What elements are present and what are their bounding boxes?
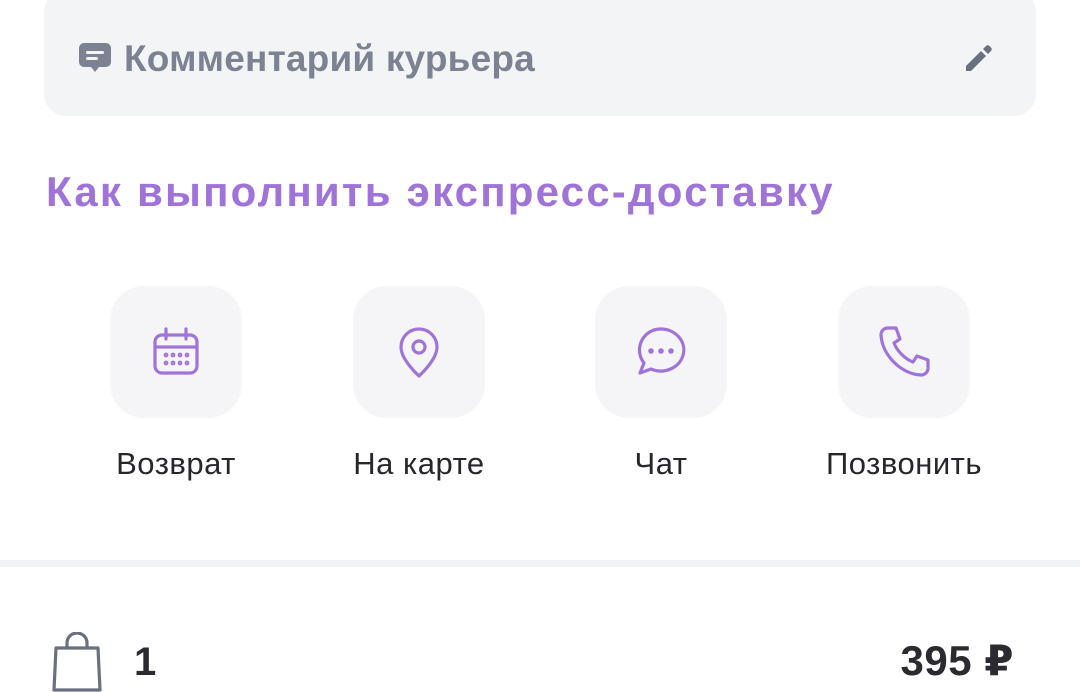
item-count: 1 (134, 640, 157, 684)
pencil-icon[interactable] (962, 41, 996, 75)
comment-icon (79, 43, 111, 72)
chat-action[interactable]: Чат (551, 286, 771, 506)
call-action[interactable]: Позвонить (794, 286, 1014, 506)
map-label: На карте (353, 446, 485, 481)
calendar-icon (153, 327, 199, 375)
express-delivery-link[interactable]: Как выполнить экспресс-доставку (46, 168, 835, 216)
courier-comment-placeholder: Комментарий курьера (124, 38, 535, 79)
return-action[interactable]: Возврат (66, 286, 286, 506)
phone-icon (879, 326, 930, 377)
map-action-tile[interactable] (353, 286, 485, 418)
chat-icon (637, 327, 686, 375)
return-label: Возврат (116, 446, 236, 481)
section-divider (0, 560, 1080, 567)
call-action-tile[interactable] (838, 286, 970, 418)
order-price: 395 ₽ (900, 637, 1014, 684)
chat-action-tile[interactable] (595, 286, 727, 418)
map-action[interactable]: На карте (309, 286, 529, 506)
return-action-tile[interactable] (110, 286, 242, 418)
call-label: Позвонить (825, 446, 983, 481)
chat-label: Чат (634, 446, 688, 481)
map-pin-icon (399, 327, 439, 378)
shopping-bag-icon (52, 632, 102, 692)
